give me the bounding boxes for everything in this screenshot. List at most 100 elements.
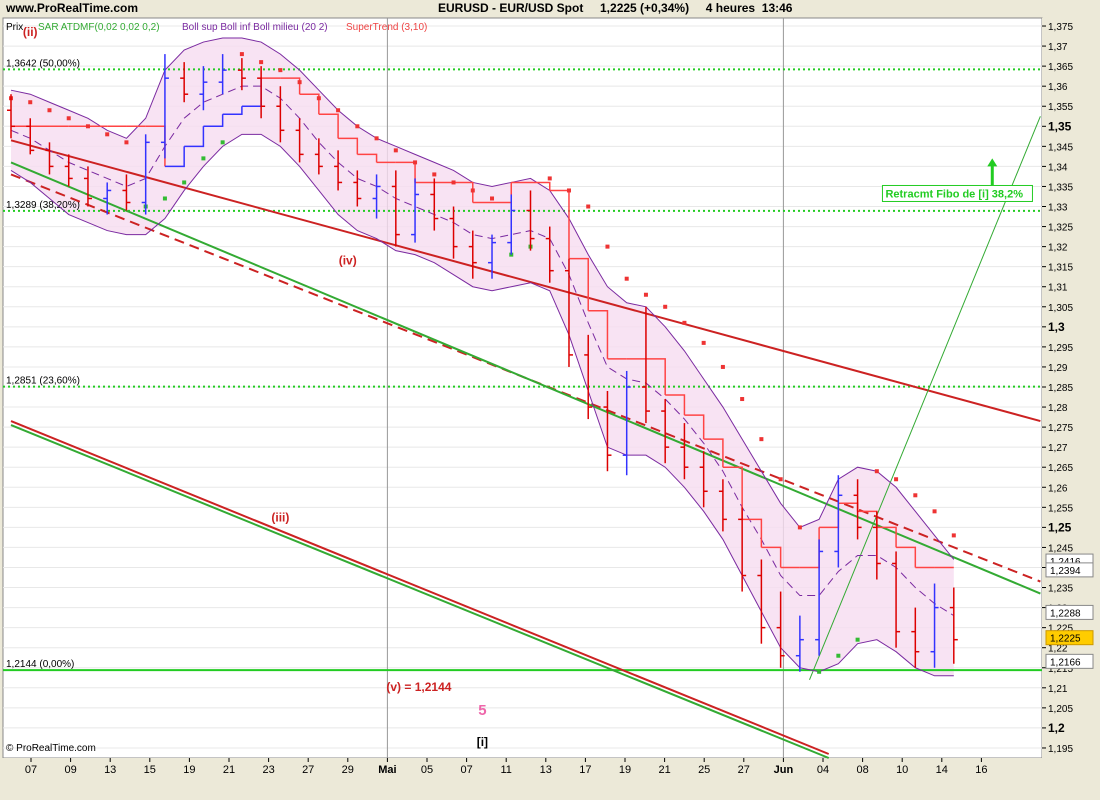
sar-dot: [28, 100, 33, 105]
sar-dot: [85, 124, 90, 129]
price-tag-label: 1,2288: [1050, 608, 1081, 619]
sar-dot: [278, 68, 283, 73]
legend-prix: Prix: [6, 22, 23, 33]
sar-dot: [259, 60, 264, 65]
y-tick-label: 1,22: [1048, 644, 1068, 655]
sar-dot: [47, 108, 52, 113]
x-tick-label: 21: [223, 764, 235, 776]
y-tick-label: 1,2: [1048, 721, 1065, 735]
wave-label: (iii): [271, 510, 289, 524]
x-tick-label: 07: [25, 764, 37, 776]
price-tag-label: 1,2225: [1050, 634, 1081, 645]
x-tick-label: 19: [183, 764, 195, 776]
y-tick-label: 1,195: [1048, 744, 1073, 755]
sar-dot: [932, 509, 937, 514]
sar-dot: [624, 276, 629, 281]
x-tick-label: 08: [856, 764, 868, 776]
sar-dot: [855, 637, 860, 642]
sar-dot: [643, 292, 648, 297]
y-tick-label: 1,255: [1048, 503, 1073, 514]
sar-dot: [336, 108, 341, 113]
x-tick-label: 11: [500, 764, 511, 776]
y-tick-label: 1,295: [1048, 343, 1073, 354]
x-tick-label: 29: [342, 764, 354, 776]
y-tick-label: 1,25: [1048, 520, 1072, 534]
sar-dot: [720, 364, 725, 369]
sar-dot: [239, 52, 244, 57]
y-tick-label: 1,355: [1048, 102, 1073, 113]
y-tick-label: 1,35: [1048, 119, 1072, 133]
price-tag-label: 1,2166: [1050, 657, 1081, 668]
sar-dot: [470, 188, 475, 193]
price-tag-label: 1,2394: [1050, 566, 1081, 577]
sar-dot: [547, 176, 552, 181]
sar-dot: [817, 669, 822, 674]
sar-dot: [682, 320, 687, 325]
sar-dot: [797, 525, 802, 530]
y-tick-label: 1,27: [1048, 443, 1068, 454]
sar-dot: [413, 160, 418, 165]
fibo-level-label: 1,3289 (38,20%): [6, 200, 80, 211]
x-tick-label: 09: [64, 764, 76, 776]
x-tick-label: 07: [460, 764, 472, 776]
legend-supertrend: SuperTrend (3,10): [346, 22, 427, 33]
sar-dot: [162, 196, 167, 201]
y-tick-label: 1,325: [1048, 223, 1073, 234]
sar-dot: [105, 132, 110, 137]
y-tick-label: 1,365: [1048, 62, 1073, 73]
sar-dot: [393, 148, 398, 153]
x-tick-label: 15: [144, 764, 156, 776]
sar-dot: [701, 340, 706, 345]
y-tick-label: 1,335: [1048, 182, 1073, 193]
y-tick-label: 1,31: [1048, 283, 1068, 294]
sar-dot: [490, 196, 495, 201]
x-tick-label: 16: [975, 764, 987, 776]
x-tick-label: 17: [579, 764, 591, 776]
annotation-text: Retracmt Fibo de [i] 38,2%: [885, 188, 1023, 200]
sar-dot: [566, 188, 571, 193]
sar-dot: [297, 80, 302, 85]
y-tick-label: 1,34: [1048, 162, 1068, 173]
sar-dot: [894, 477, 899, 482]
y-tick-label: 1,305: [1048, 303, 1073, 314]
sar-dot: [220, 140, 225, 145]
x-tick-label: 04: [817, 764, 829, 776]
wave-label: 5: [478, 702, 486, 719]
y-tick-label: 1,29: [1048, 363, 1068, 374]
wave-label: (iv): [339, 254, 357, 268]
x-tick-label: 05: [421, 764, 433, 776]
sar-dot: [182, 180, 187, 185]
sar-dot: [874, 469, 879, 474]
sar-dot: [586, 204, 591, 209]
sar-dot: [432, 172, 437, 177]
x-tick-label: 10: [896, 764, 908, 776]
sar-dot: [951, 533, 956, 538]
y-tick-label: 1,375: [1048, 22, 1073, 33]
legend-sar: SAR ATDMF(0,02 0,02 0,2): [38, 22, 160, 33]
sar-dot: [66, 116, 71, 121]
y-tick-label: 1,265: [1048, 463, 1073, 474]
fibo-level-label: 1,2851 (23,60%): [6, 376, 80, 387]
wave-label: [i]: [477, 735, 488, 749]
y-tick-label: 1,26: [1048, 483, 1068, 494]
price-chart[interactable]: 1,3642 (50,00%) 1,3289 (38,20%) 1,2851 (23…: [0, 0, 1100, 800]
y-tick-label: 1,285: [1048, 383, 1073, 394]
x-tick-label: 19: [619, 764, 631, 776]
sar-dot: [451, 180, 456, 185]
sar-dot: [316, 96, 321, 101]
x-tick-label: Jun: [774, 764, 794, 776]
wave-label: (v) = 1,2144: [386, 680, 451, 694]
sar-dot: [913, 493, 918, 498]
y-tick-label: 1,37: [1048, 42, 1068, 53]
y-tick-label: 1,36: [1048, 82, 1068, 93]
sar-dot: [663, 304, 668, 309]
x-tick-label: 27: [738, 764, 750, 776]
x-tick-label: 14: [936, 764, 948, 776]
fibo-level-label: 1,3642 (50,00%): [6, 58, 80, 69]
y-tick-label: 1,3: [1048, 320, 1065, 334]
wave-label: (ii): [23, 25, 38, 39]
y-tick-label: 1,21: [1048, 684, 1068, 695]
y-tick-label: 1,235: [1048, 584, 1073, 595]
x-tick-label: 13: [540, 764, 552, 776]
y-tick-label: 1,275: [1048, 423, 1073, 434]
